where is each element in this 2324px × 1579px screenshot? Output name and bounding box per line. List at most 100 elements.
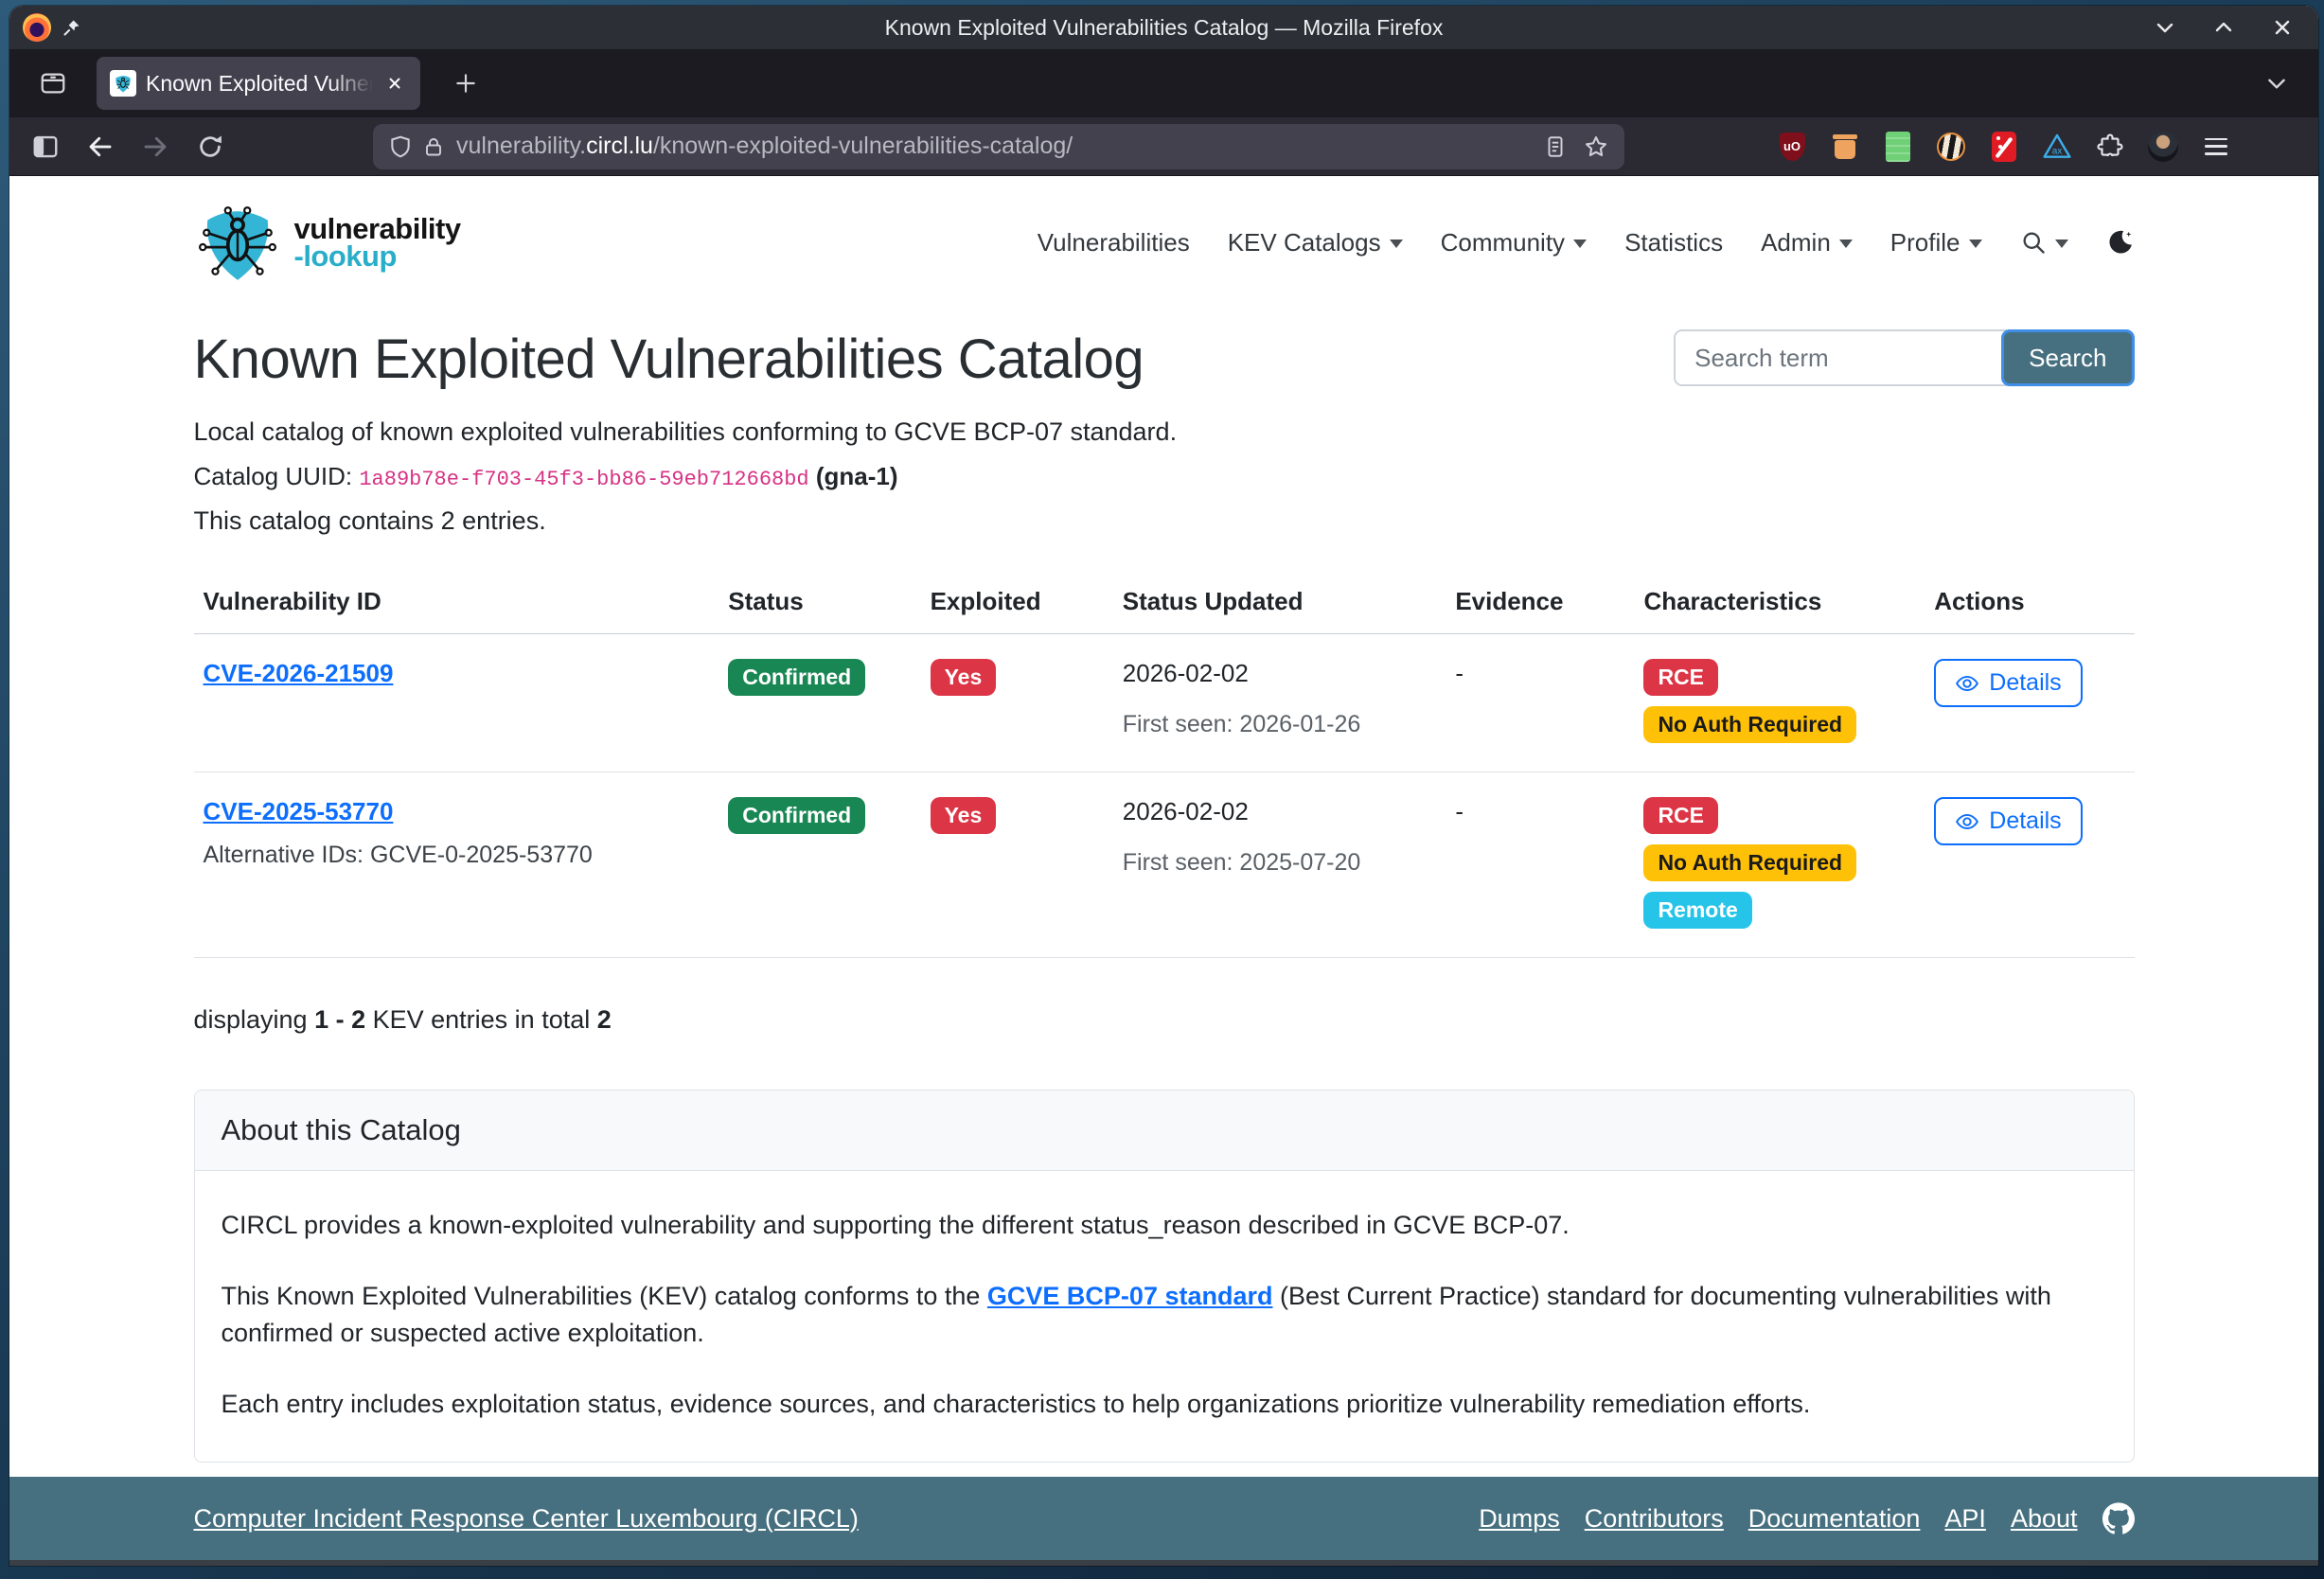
brand-wordmark-line1: vulnerability (294, 215, 461, 242)
characteristic-badge: No Auth Required (1643, 706, 1856, 743)
new-tab-button[interactable] (445, 62, 487, 104)
window-titlebar: Known Exploited Vulnerabilities Catalog … (9, 6, 2318, 49)
profile-avatar[interactable] (2147, 131, 2179, 163)
sidebar-toggle-icon[interactable] (25, 126, 66, 168)
navigation-toolbar: vulnerability.circl.lu/known-exploited-v… (9, 117, 2318, 176)
cve-link[interactable]: CVE-2026-21509 (204, 659, 394, 687)
nav-statistics[interactable]: Statistics (1624, 228, 1723, 257)
search-button[interactable]: Search (2001, 329, 2134, 386)
ublock-origin-icon[interactable]: uO (1776, 131, 1808, 163)
col-header-characteristics: Characteristics (1643, 587, 1934, 616)
nav-vulnerabilities[interactable]: Vulnerabilities (1038, 228, 1190, 257)
col-header-actions: Actions (1934, 587, 2126, 616)
moon-icon (2106, 228, 2135, 257)
vulnerability-lookup-logo-icon (194, 199, 281, 286)
list-all-tabs-icon[interactable] (2256, 62, 2297, 104)
table-row: CVE-2026-21509 Confirmed Yes 2026-02-02 … (194, 634, 2135, 772)
url-bar[interactable]: vulnerability.circl.lu/known-exploited-v… (373, 124, 1624, 169)
reload-button[interactable] (189, 126, 231, 168)
maximize-button[interactable] (2212, 16, 2235, 39)
tab-bar: Known Exploited Vulnerabi (9, 49, 2318, 117)
menu-hamburger-icon[interactable] (2200, 131, 2232, 163)
wand-extension-icon[interactable] (1988, 131, 2020, 163)
pagination-summary: displaying 1 - 2 KEV entries in total 2 (194, 1005, 2135, 1035)
characteristic-badge: RCE (1643, 659, 1718, 696)
trash-extension-icon[interactable] (1829, 131, 1861, 163)
page-viewport: vulnerability -lookup Vulnerabilities KE… (9, 176, 2318, 1477)
about-paragraph-1: CIRCL provides a known-exploited vulnera… (222, 1207, 2107, 1244)
table-row: CVE-2025-53770 Alternative IDs: GCVE-0-2… (194, 772, 2135, 958)
nav-profile[interactable]: Profile (1890, 228, 1982, 257)
extension-strip: uO ax (1776, 131, 2232, 163)
eye-icon (1955, 671, 1979, 696)
footer-link-dumps[interactable]: Dumps (1479, 1504, 1560, 1534)
footer-link-contributors[interactable]: Contributors (1585, 1504, 1724, 1534)
footer-link-about[interactable]: About (2011, 1504, 2078, 1534)
svg-text:ax: ax (2052, 146, 2063, 156)
tab-favicon-icon (110, 70, 136, 97)
github-icon[interactable] (2102, 1502, 2135, 1535)
status-badge: Confirmed (728, 797, 865, 834)
chevron-down-icon (1390, 240, 1403, 248)
col-header-status-updated: Status Updated (1123, 587, 1456, 616)
site-footer: Computer Incident Response Center Luxemb… (9, 1477, 2318, 1560)
browser-window: Known Exploited Vulnerabilities Catalog … (9, 6, 2318, 1566)
nav-search[interactable] (2020, 229, 2068, 256)
bookmark-star-icon[interactable] (1583, 133, 1609, 160)
catalog-uuid-line: Catalog UUID: 1a89b78e-f703-45f3-bb86-59… (194, 462, 2135, 491)
back-button[interactable] (80, 126, 121, 168)
lock-icon[interactable] (422, 135, 445, 158)
minimize-button[interactable] (2154, 16, 2176, 39)
search-input[interactable] (1674, 329, 2007, 386)
status-updated-date: 2026-02-02 (1123, 659, 1456, 688)
close-button[interactable] (2271, 16, 2294, 39)
kev-table: Vulnerability ID Status Exploited Status… (194, 576, 2135, 958)
exploited-badge: Yes (931, 797, 997, 834)
pin-icon (62, 18, 81, 37)
evidence-cell: - (1455, 797, 1643, 826)
about-card-title: About this Catalog (195, 1091, 2134, 1171)
chevron-down-icon (1969, 240, 1982, 248)
notes-extension-icon[interactable] (1882, 131, 1914, 163)
about-paragraph-3: Each entry includes exploitation status,… (222, 1386, 2107, 1423)
nav-admin[interactable]: Admin (1761, 228, 1853, 257)
forward-button[interactable] (134, 126, 176, 168)
status-updated-date: 2026-02-02 (1123, 797, 1456, 826)
evidence-cell: - (1455, 659, 1643, 688)
browser-tab[interactable]: Known Exploited Vulnerabi (97, 57, 420, 110)
about-paragraph-2: This Known Exploited Vulnerabilities (KE… (222, 1278, 2107, 1352)
col-header-status: Status (728, 587, 930, 616)
exploited-badge: Yes (931, 659, 997, 696)
axe-devtools-icon[interactable]: ax (2041, 131, 2073, 163)
footer-link-api[interactable]: API (1944, 1504, 1986, 1534)
site-header: vulnerability -lookup Vulnerabilities KE… (194, 176, 2135, 286)
extensions-puzzle-icon[interactable] (2094, 131, 2126, 163)
gcve-bcp07-link[interactable]: GCVE BCP-07 standard (987, 1282, 1273, 1310)
nav-community[interactable]: Community (1441, 228, 1587, 257)
status-badge: Confirmed (728, 659, 865, 696)
col-header-vulnerability-id: Vulnerability ID (204, 587, 729, 616)
tab-close-icon[interactable] (382, 71, 407, 96)
nav-kev-catalogs[interactable]: KEV Catalogs (1228, 228, 1403, 257)
tracking-shield-icon[interactable] (388, 134, 413, 159)
main-nav: Vulnerabilities KEV Catalogs Community S… (1038, 228, 2135, 257)
details-button[interactable]: Details (1934, 659, 2082, 707)
search-icon (2020, 229, 2047, 256)
dark-mode-toggle[interactable] (2106, 228, 2135, 257)
firefox-logo-icon (23, 13, 51, 42)
eye-icon (1955, 809, 1979, 834)
brand-wordmark-line2: -lookup (294, 242, 461, 270)
details-button[interactable]: Details (1934, 797, 2082, 845)
reader-mode-icon[interactable] (1543, 134, 1568, 159)
url-text: vulnerability.circl.lu/known-exploited-v… (456, 133, 1534, 160)
characteristic-badge: No Auth Required (1643, 844, 1856, 881)
cve-link[interactable]: CVE-2025-53770 (204, 797, 394, 825)
page-subtitle: Local catalog of known exploited vulnera… (194, 417, 2135, 447)
privacy-badger-icon[interactable] (1935, 131, 1967, 163)
firefox-view-icon[interactable] (32, 62, 74, 104)
footer-link-documentation[interactable]: Documentation (1748, 1504, 1921, 1534)
circl-link[interactable]: Computer Incident Response Center Luxemb… (194, 1504, 859, 1534)
site-logo[interactable]: vulnerability -lookup (194, 199, 461, 286)
characteristic-badge: RCE (1643, 797, 1718, 834)
tab-title: Known Exploited Vulnerabi (146, 71, 373, 96)
